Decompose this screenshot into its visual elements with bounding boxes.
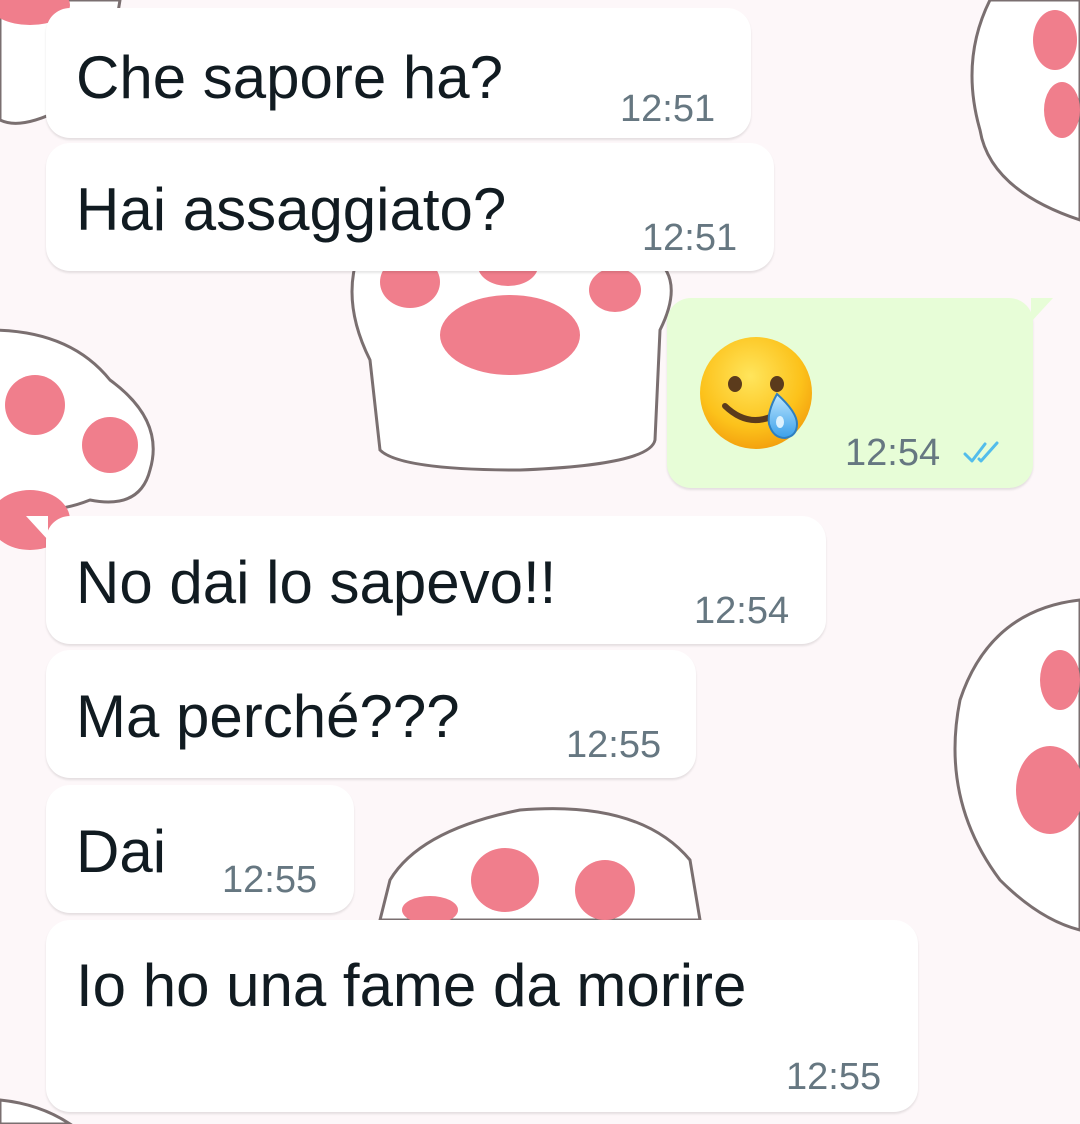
incoming-message[interactable]: No dai lo sapevo!! 12:54 (26, 516, 826, 644)
bubble-tail (1031, 298, 1053, 322)
incoming-message[interactable]: Dai 12:55 (46, 785, 354, 913)
message-time: 12:51 (642, 217, 738, 259)
message-text: Dai (76, 818, 167, 885)
incoming-message[interactable]: Hai assaggiato? 12:51 (46, 143, 774, 271)
outgoing-message[interactable]: 12:54 (667, 298, 1053, 488)
incoming-message[interactable]: Ma perché??? 12:55 (46, 650, 696, 778)
message-text: Hai assaggiato? (76, 176, 507, 243)
incoming-message[interactable]: Che sapore ha? 12:51 (46, 8, 751, 138)
message-time: 12:54 (845, 432, 941, 474)
message-time: 12:55 (222, 859, 318, 901)
incoming-message[interactable]: Io ho una fame da morire 12:55 (46, 920, 918, 1112)
message-text: Io ho una fame da morire (76, 952, 747, 1019)
message-text: Che sapore ha? (76, 44, 503, 111)
bubble-tail (26, 516, 48, 540)
message-time: 12:54 (694, 590, 790, 632)
message-time: 12:51 (620, 88, 716, 130)
message-text: No dai lo sapevo!! (76, 549, 557, 616)
double-check-read-icon (963, 441, 999, 463)
message-text: Ma perché??? (76, 683, 460, 750)
message-time: 12:55 (566, 724, 662, 766)
smiling-face-with-tear-icon (697, 334, 815, 452)
message-time: 12:55 (786, 1056, 882, 1098)
message-list: Che sapore ha? 12:51 Hai assaggiato? 12:… (0, 0, 1080, 1124)
